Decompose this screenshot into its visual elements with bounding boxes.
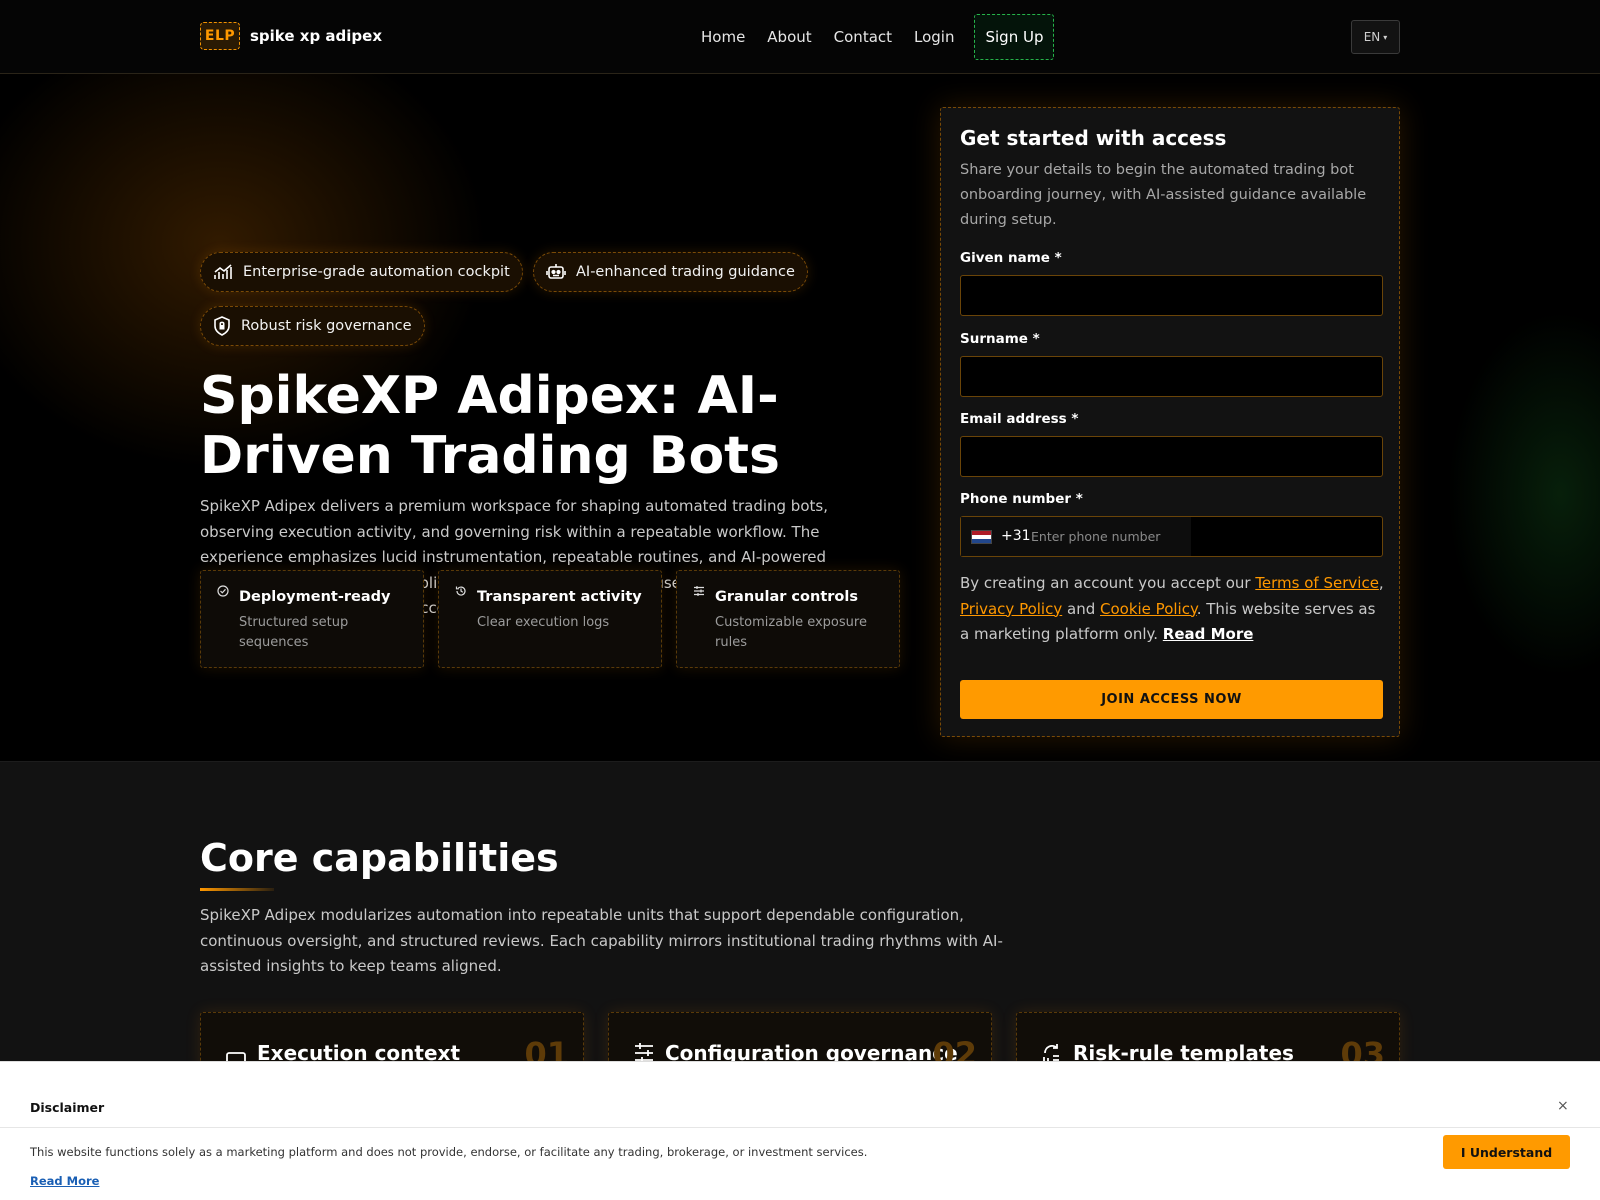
monitor-icon xyxy=(226,1052,246,1063)
chip-risk: Robust risk governance xyxy=(200,306,425,346)
netherlands-flag-icon xyxy=(971,530,992,544)
feature-card-activity: Transparent activity Clear execution log… xyxy=(438,570,662,668)
feature-title: Deployment-ready xyxy=(239,589,391,605)
feature-desc: Customizable exposure rules xyxy=(715,615,867,650)
feature-desc: Structured setup sequences xyxy=(239,615,349,650)
chip-label: Robust risk governance xyxy=(241,318,412,334)
terms-link[interactable]: Terms of Service xyxy=(1255,574,1379,592)
form-subtitle: Share your details to begin the automate… xyxy=(960,162,1367,228)
refresh-rules-icon xyxy=(1043,1044,1059,1063)
section-title: Core capabilities xyxy=(200,836,559,880)
surname-field[interactable] xyxy=(960,356,1383,397)
site-header: ELP spike xp adipex Home About Contact L… xyxy=(0,0,1600,74)
understand-button[interactable]: I Understand xyxy=(1443,1135,1570,1169)
read-more-link[interactable]: Read More xyxy=(1163,625,1254,643)
nav-about[interactable]: About xyxy=(767,14,811,60)
email-field[interactable] xyxy=(960,436,1383,477)
phone-field: +31 xyxy=(960,516,1383,557)
consent-text: By creating an account you accept our Te… xyxy=(960,571,1385,648)
cookie-link[interactable]: Cookie Policy xyxy=(1100,600,1197,618)
feature-card-deployment: Deployment-ready Structured setup sequen… xyxy=(200,570,424,668)
chart-growth-icon xyxy=(214,264,232,279)
disclaimer-read-more-link[interactable]: Read More xyxy=(30,1174,99,1188)
feature-card-controls: Granular controls Customizable exposure … xyxy=(676,570,900,668)
section-description: SpikeXP Adipex modularizes automation in… xyxy=(200,906,1003,975)
disclaimer-text: This website functions solely as a marke… xyxy=(30,1145,868,1159)
sliders-icon xyxy=(635,1043,653,1063)
chip-label: Enterprise-grade automation cockpit xyxy=(243,264,510,280)
shield-lock-icon xyxy=(214,316,230,336)
consent-sep: , xyxy=(1378,574,1384,592)
sliders-icon xyxy=(694,586,704,596)
signup-form: Get started with access Share your detai… xyxy=(940,107,1400,737)
hero-title: SpikeXP Adipex: AI-Driven Trading Bots xyxy=(200,366,780,486)
email-label: Email address * xyxy=(960,411,1079,427)
disclaimer-banner: Disclaimer × This website functions sole… xyxy=(0,1061,1600,1200)
chip-automation: Enterprise-grade automation cockpit xyxy=(200,252,523,292)
dial-code: +31 xyxy=(1001,528,1031,544)
history-icon xyxy=(455,586,466,596)
brand-name: spike xp adipex xyxy=(250,27,382,45)
nav-home[interactable]: Home xyxy=(701,14,745,60)
feature-title: Transparent activity xyxy=(477,589,642,605)
phone-input[interactable] xyxy=(1031,517,1181,556)
feature-desc: Clear execution logs xyxy=(477,615,610,630)
language-selector[interactable]: EN ▾ xyxy=(1351,20,1400,54)
privacy-link[interactable]: Privacy Policy xyxy=(960,600,1062,618)
chip-ai-guidance: AI-enhanced trading guidance xyxy=(533,252,808,292)
logo: ELP xyxy=(200,22,240,50)
title-underline xyxy=(200,888,274,891)
capabilities-section: Core capabilities SpikeXP Adipex modular… xyxy=(0,762,1600,1072)
signup-button[interactable]: Sign Up xyxy=(974,14,1055,60)
close-icon[interactable]: × xyxy=(1557,1098,1569,1114)
nav-contact[interactable]: Contact xyxy=(834,14,892,60)
given-name-label: Given name * xyxy=(960,250,1062,266)
brand[interactable]: ELP spike xp adipex xyxy=(200,22,382,50)
surname-label: Surname * xyxy=(960,331,1040,347)
given-name-field[interactable] xyxy=(960,275,1383,316)
check-badge-icon xyxy=(217,585,229,597)
feature-title: Granular controls xyxy=(715,589,858,605)
phone-label: Phone number * xyxy=(960,491,1083,507)
chip-label: AI-enhanced trading guidance xyxy=(576,264,795,280)
consent-sep: and xyxy=(1062,599,1100,618)
nav-login[interactable]: Login xyxy=(914,14,954,60)
consent-prefix: By creating an account you accept our xyxy=(960,574,1256,592)
language-label: EN xyxy=(1363,30,1381,44)
caret-down-icon: ▾ xyxy=(1383,32,1388,42)
form-title: Get started with access xyxy=(960,126,1227,150)
join-access-button[interactable]: JOIN ACCESS NOW xyxy=(960,680,1383,719)
robot-icon xyxy=(546,264,566,279)
main-nav: Home About Contact Login Sign Up xyxy=(701,14,1055,60)
disclaimer-title: Disclaimer xyxy=(30,1100,105,1115)
disclaimer-header: Disclaimer × xyxy=(0,1062,1600,1128)
